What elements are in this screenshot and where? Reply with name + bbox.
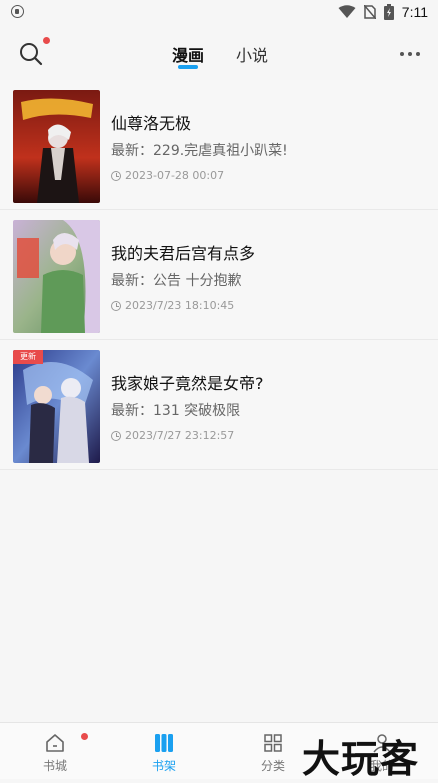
- more-dot-icon: [416, 52, 420, 56]
- nav-label: 书城: [42, 759, 67, 773]
- nav-label: 书架: [151, 759, 176, 773]
- latest-chapter: 最新：131 突破极限: [111, 403, 241, 419]
- update-time-row: 2023/7/23 18:10:45: [111, 299, 234, 312]
- nav-bookstore[interactable]: 书城: [15, 723, 95, 779]
- update-time: 2023-07-28 00:07: [125, 169, 225, 182]
- latest-chapter: 最新：229.完虐真祖小趴菜!: [111, 143, 288, 159]
- comic-title: 我的夫君后宫有点多: [111, 244, 256, 263]
- tab-comics[interactable]: 漫画: [172, 42, 204, 66]
- search-icon: [20, 43, 43, 66]
- home-icon: [46, 734, 64, 752]
- update-time-row: 2023-07-28 00:07: [111, 169, 224, 182]
- more-dot-icon: [408, 52, 412, 56]
- search-notification-dot: [43, 37, 50, 44]
- cover-art-icon: [13, 350, 100, 463]
- battery-charging-icon: [383, 4, 394, 20]
- clock-icon: [111, 170, 121, 181]
- wifi-icon: [338, 5, 356, 18]
- list-item[interactable]: 仙尊洛无极 最新：229.完虐真祖小趴菜! 2023-07-28 00:07: [0, 80, 438, 210]
- list-item[interactable]: 更新 我家娘子竟然是女帝? 最新：131 突破极限 2023/7/27 23:1…: [0, 340, 438, 470]
- comic-cover[interactable]: 更新: [13, 350, 100, 463]
- tab-novels[interactable]: 小说: [236, 42, 268, 66]
- update-badge: 更新: [13, 350, 43, 364]
- search-button[interactable]: [18, 41, 44, 67]
- status-time: 7:11: [401, 4, 428, 20]
- update-time: 2023/7/27 23:12:57: [125, 429, 235, 442]
- grid-icon: [264, 734, 282, 752]
- latest-chapter: 最新：公告 十分抱歉: [111, 273, 242, 289]
- cover-art-icon: [13, 220, 100, 333]
- app-notification-icon: [11, 5, 24, 18]
- bookshelf-list: 仙尊洛无极 最新：229.完虐真祖小趴菜! 2023-07-28 00:07 我…: [0, 80, 438, 470]
- more-button[interactable]: [400, 52, 420, 56]
- comic-cover[interactable]: [13, 220, 100, 333]
- status-icons: 7:11: [338, 3, 428, 21]
- update-time: 2023/7/23 18:10:45: [125, 299, 235, 312]
- bookshelf-icon: [155, 734, 173, 752]
- nav-categories[interactable]: 分类: [233, 723, 313, 779]
- nav-label: 分类: [260, 759, 285, 773]
- no-sim-icon: [363, 5, 376, 19]
- list-item[interactable]: 我的夫君后宫有点多 最新：公告 十分抱歉 2023/7/23 18:10:45: [0, 210, 438, 340]
- comic-title: 仙尊洛无极: [111, 114, 192, 133]
- clock-icon: [111, 300, 121, 311]
- watermark-logo: 大玩客: [302, 737, 420, 781]
- update-time-row: 2023/7/27 23:12:57: [111, 429, 234, 442]
- bookstore-notification-dot: [81, 733, 88, 740]
- status-bar: 7:11: [0, 0, 438, 24]
- more-dot-icon: [400, 52, 404, 56]
- clock-icon: [111, 430, 121, 441]
- nav-bookshelf[interactable]: 书架: [124, 723, 204, 779]
- active-tab-indicator: [178, 65, 198, 69]
- top-header: 漫画 小说: [0, 24, 438, 80]
- comic-cover[interactable]: [13, 90, 100, 203]
- comic-title: 我家娘子竟然是女帝?: [111, 374, 264, 393]
- cover-art-icon: [13, 90, 100, 203]
